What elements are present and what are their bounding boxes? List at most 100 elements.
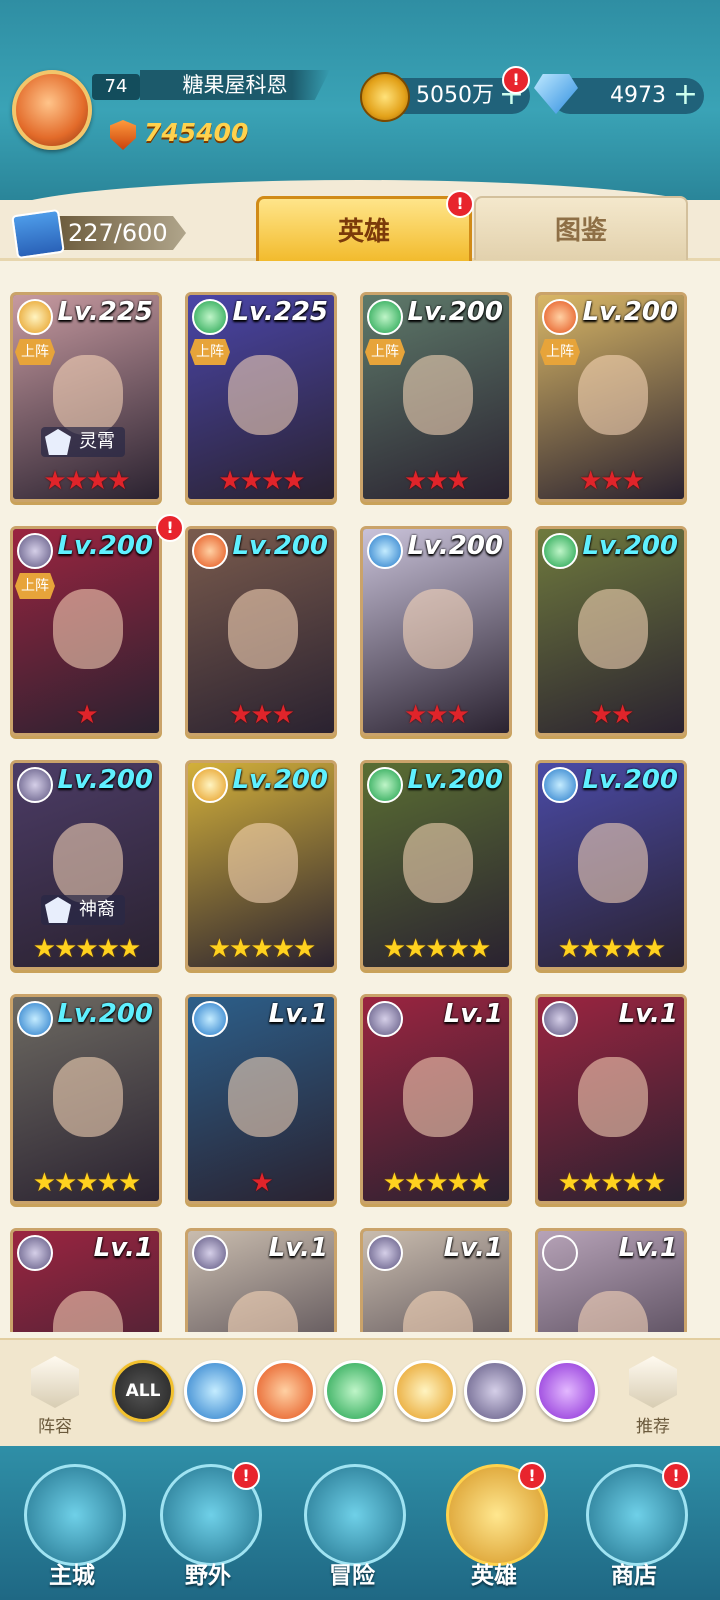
- hero-face: [228, 1057, 298, 1137]
- hero-card[interactable]: Lv.200 ★★★: [185, 526, 337, 736]
- power-value: 745400: [144, 118, 249, 147]
- water-element-icon: [192, 1001, 228, 1037]
- hero-card[interactable]: Lv.200 上阵 ★: [10, 526, 162, 736]
- hero-card[interactable]: Lv.200 ★★: [535, 526, 687, 736]
- lineup-label: 阵容: [38, 1417, 72, 1437]
- hero-card[interactable]: Lv.200 上阵 ★★★: [360, 292, 512, 502]
- wild-notification-icon: !: [232, 1462, 260, 1490]
- tab-heroes[interactable]: 英雄: [256, 196, 472, 261]
- hero-face: [228, 355, 298, 435]
- hero-face: [403, 1057, 473, 1137]
- hero-tag: 神裔: [41, 895, 125, 925]
- hero-count: 227/600: [56, 216, 186, 250]
- nav-city[interactable]: 主城: [20, 1462, 126, 1592]
- hero-card[interactable]: Lv.1 ★: [185, 994, 337, 1204]
- hero-cards-icon: [11, 208, 65, 260]
- hero-stars: ★★★: [404, 466, 470, 496]
- hero-level: Lv.1: [268, 1233, 328, 1263]
- hero-stars: ★★★★★: [382, 934, 492, 964]
- dark-element-icon: [542, 1001, 578, 1037]
- hero-level: Lv.200: [232, 531, 328, 561]
- hero-stars: ★★★: [404, 700, 470, 730]
- water-element-icon: [17, 1001, 53, 1037]
- hero-level: Lv.200: [407, 765, 503, 795]
- shop-notification-icon: !: [662, 1462, 690, 1490]
- fire-element-icon: [542, 299, 578, 335]
- nav-adventure[interactable]: 冒险: [300, 1462, 406, 1592]
- wind-element-icon: [367, 299, 403, 335]
- hero-level: Lv.1: [268, 999, 328, 1029]
- gold-coin-icon: [360, 72, 410, 122]
- hero-card[interactable]: Lv.1 ★★★★★: [360, 994, 512, 1204]
- water-element-icon: [542, 767, 578, 803]
- hero-level: Lv.200: [57, 531, 153, 561]
- on-team-badge: 上阵: [15, 339, 55, 365]
- filter-all-button[interactable]: ALL: [112, 1360, 174, 1422]
- hero-card[interactable]: Lv.200 上阵 ★★★: [535, 292, 687, 502]
- hero-level: Lv.1: [93, 1233, 153, 1263]
- light-element-icon: [192, 767, 228, 803]
- tab-codex[interactable]: 图鉴: [474, 196, 688, 260]
- hero-face: [578, 589, 648, 669]
- fire-element-icon[interactable]: [254, 1360, 316, 1422]
- heroes-tab-notification-icon: !: [446, 190, 474, 218]
- dark-element-icon: [17, 767, 53, 803]
- nav-shop-label: 商店: [611, 1563, 657, 1589]
- hero-face: [403, 589, 473, 669]
- water-element-icon: [367, 533, 403, 569]
- dark-element-icon: [367, 1235, 403, 1271]
- hero-card[interactable]: Lv.200 ★★★★★: [10, 994, 162, 1204]
- wind-element-icon[interactable]: [324, 1360, 386, 1422]
- hero-card[interactable]: Lv.1: [360, 1228, 512, 1332]
- player-avatar[interactable]: [12, 70, 92, 150]
- player-name: 糖果屋科恩: [140, 70, 330, 100]
- hero-card[interactable]: Lv.200 神裔 ★★★★★: [10, 760, 162, 970]
- hero-card[interactable]: Lv.225 上阵 灵霄 ★★★★: [10, 292, 162, 502]
- dark-element-icon: [17, 1235, 53, 1271]
- hero-stars: ★★★★★: [32, 934, 142, 964]
- add-gems-button[interactable]: +: [673, 80, 698, 110]
- hero-card[interactable]: Lv.200 ★★★★★: [535, 760, 687, 970]
- hero-level: Lv.200: [407, 297, 503, 327]
- hero-level: Lv.200: [582, 297, 678, 327]
- hero-level: Lv.200: [57, 765, 153, 795]
- recommend-label: 推荐: [636, 1417, 670, 1437]
- rank-emblem-icon: [45, 429, 71, 455]
- hero-face: [403, 355, 473, 435]
- hero-face: [53, 1057, 123, 1137]
- hero-card[interactable]: Lv.200 ★★★: [360, 526, 512, 736]
- hero-card[interactable]: Lv.1: [185, 1228, 337, 1332]
- arcane-element-icon[interactable]: [536, 1360, 598, 1422]
- hero-face: [228, 823, 298, 903]
- water-element-icon[interactable]: [184, 1360, 246, 1422]
- light-element-icon[interactable]: [394, 1360, 456, 1422]
- light-element-icon: [17, 299, 53, 335]
- hero-card[interactable]: Lv.1 ★★★★★: [535, 994, 687, 1204]
- hero-level: Lv.225: [57, 297, 153, 327]
- lineup-button[interactable]: 阵容: [22, 1356, 88, 1437]
- hero-face: [53, 1291, 123, 1332]
- hero-face: [53, 589, 123, 669]
- on-team-badge: 上阵: [15, 573, 55, 599]
- hero-stars: ★★★★: [43, 466, 130, 496]
- hero-card[interactable]: Lv.1: [535, 1228, 687, 1332]
- recommend-button[interactable]: 推荐: [620, 1356, 686, 1437]
- gem-amount: 4973: [610, 83, 666, 108]
- hero-face: [228, 589, 298, 669]
- hero-card[interactable]: Lv.200 ★★★★★: [185, 760, 337, 970]
- rank-emblem-icon: [45, 897, 71, 923]
- on-team-badge: 上阵: [365, 339, 405, 365]
- hero-face: [578, 1057, 648, 1137]
- sword-icon: [304, 1464, 406, 1566]
- castle-icon: [24, 1464, 126, 1566]
- heroes-nav-notification-icon: !: [518, 1462, 546, 1490]
- hero-card[interactable]: Lv.1: [10, 1228, 162, 1332]
- wind-element-icon: [542, 533, 578, 569]
- dark-element-icon[interactable]: [464, 1360, 526, 1422]
- hero-face: [228, 1291, 298, 1332]
- nav-wild-label: 野外: [185, 1563, 231, 1589]
- hero-level: Lv.200: [582, 765, 678, 795]
- on-team-badge: 上阵: [540, 339, 580, 365]
- hero-card[interactable]: Lv.225 上阵 ★★★★: [185, 292, 337, 502]
- hero-card[interactable]: Lv.200 ★★★★★: [360, 760, 512, 970]
